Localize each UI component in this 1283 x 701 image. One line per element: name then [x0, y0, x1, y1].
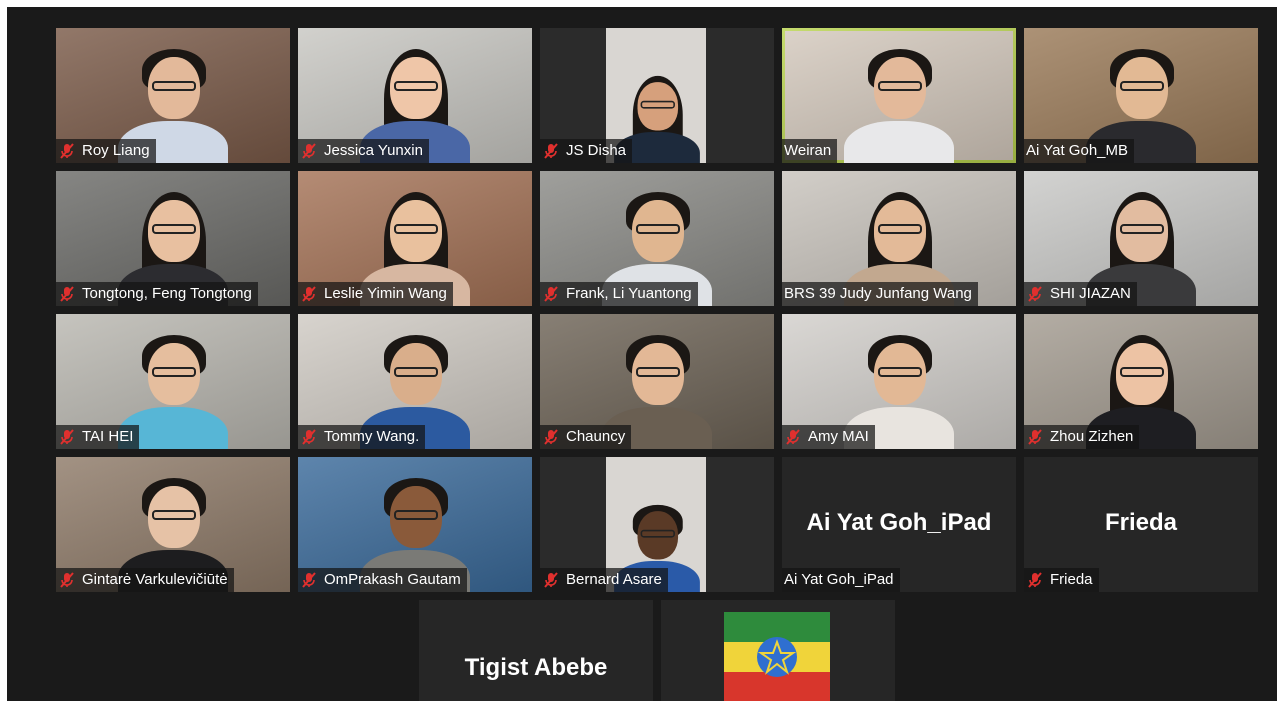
mic-muted-icon — [542, 285, 560, 303]
participant-name-tag: BRS 39 Judy Junfang Wang — [782, 282, 978, 306]
participant-name: Ai Yat Goh_MB — [1026, 142, 1128, 159]
participant-name-tag: Bernard Asare — [540, 568, 668, 592]
mic-muted-icon — [58, 428, 76, 446]
mic-muted-icon — [58, 142, 76, 160]
participant-name: JS Disha — [566, 142, 627, 159]
participant-name-tag: Jessica Yunxin — [298, 139, 429, 163]
mic-muted-icon — [58, 285, 76, 303]
participant-name: Roy Liang — [82, 142, 150, 159]
participant-silhouette — [844, 41, 954, 163]
participant-display-name: Tigist Abebe — [464, 654, 608, 681]
participant-name-tag: OmPrakash Gautam — [298, 568, 467, 592]
participant-name: Gintarė Varkulevičiūtė — [82, 571, 228, 588]
mic-muted-icon — [300, 428, 318, 446]
participant-video-tile[interactable]: Frank, Li Yuantong — [540, 171, 774, 306]
participant-name: Amy MAI — [808, 428, 869, 445]
mic-muted-icon — [300, 571, 318, 589]
participant-name-only-tile[interactable]: Tigist Abebe — [419, 600, 653, 701]
participant-name: Chauncy — [566, 428, 626, 445]
participant-name: SHI JIAZAN — [1050, 285, 1131, 302]
participant-video-tile[interactable]: Gintarė Varkulevičiūtė — [56, 457, 290, 592]
participant-name: Leslie Yimin Wang — [324, 285, 447, 302]
participant-video-tile[interactable]: Chauncy — [540, 314, 774, 449]
participant-name: Ai Yat Goh_iPad — [784, 571, 894, 588]
mic-muted-icon — [542, 428, 560, 446]
participant-name: Frieda — [1050, 571, 1093, 588]
participant-name-tag: Ai Yat Goh_MB — [1024, 139, 1134, 163]
participant-video-tile[interactable]: Leslie Yimin Wang — [298, 171, 532, 306]
mic-muted-icon — [1026, 571, 1044, 589]
participant-name-tag: Tongtong, Feng Tongtong — [56, 282, 258, 306]
participant-name-tag: Roy Liang — [56, 139, 156, 163]
participant-name: Bernard Asare — [566, 571, 662, 588]
mic-muted-icon — [300, 285, 318, 303]
participant-name-tag: Gintarė Varkulevičiūtė — [56, 568, 234, 592]
participant-video-tile[interactable]: Tommy Wang. — [298, 314, 532, 449]
participant-name-tag: Leslie Yimin Wang — [298, 282, 453, 306]
mic-muted-icon — [1026, 285, 1044, 303]
participant-name-tag: Frank, Li Yuantong — [540, 282, 698, 306]
participant-name-tag: SHI JIAZAN — [1024, 282, 1137, 306]
participant-name-tag: JS Disha — [540, 139, 633, 163]
participant-video-tile[interactable]: JS Disha — [540, 28, 774, 163]
participant-name-only-tile[interactable]: Ai Yat Goh_iPad Ai Yat Goh_iPad — [782, 457, 1016, 592]
mic-muted-icon — [542, 142, 560, 160]
mic-muted-icon — [1026, 428, 1044, 446]
participant-video-tile[interactable]: SHI JIAZAN — [1024, 171, 1258, 306]
participant-video-tile[interactable]: Jessica Yunxin — [298, 28, 532, 163]
participant-display-name: Frieda — [1104, 509, 1178, 536]
participant-video-tile[interactable]: OmPrakash Gautam — [298, 457, 532, 592]
participant-video-tile[interactable]: BRS 39 Judy Junfang Wang — [782, 171, 1016, 306]
ethiopia-flag-image — [724, 612, 830, 701]
participant-video-tile[interactable]: Bernard Asare — [540, 457, 774, 592]
mic-muted-icon — [784, 428, 802, 446]
participant-name-tag: Tommy Wang. — [298, 425, 426, 449]
participant-video-tile[interactable] — [661, 600, 895, 701]
participant-name: Tongtong, Feng Tongtong — [82, 285, 252, 302]
participant-name-tag: Weiran — [782, 139, 838, 163]
participant-name-tag: Ai Yat Goh_iPad — [782, 568, 900, 592]
mic-muted-icon — [58, 571, 76, 589]
participant-display-name: Ai Yat Goh_iPad — [806, 509, 992, 536]
participant-name-tag: TAI HEI — [56, 425, 140, 449]
participant-name-tag: Zhou Zizhen — [1024, 425, 1140, 449]
participant-name-only-tile[interactable]: Frieda Frieda — [1024, 457, 1258, 592]
participant-video-tile[interactable]: Zhou Zizhen — [1024, 314, 1258, 449]
participant-video-tile[interactable]: Tongtong, Feng Tongtong — [56, 171, 290, 306]
participant-name-tag: Amy MAI — [782, 425, 875, 449]
participant-name-tag: Frieda — [1024, 568, 1099, 592]
participant-name: TAI HEI — [82, 428, 134, 445]
participant-name: BRS 39 Judy Junfang Wang — [784, 285, 972, 302]
participant-video-tile[interactable]: TAI HEI — [56, 314, 290, 449]
participant-name-tag: Chauncy — [540, 425, 632, 449]
participant-name: Tommy Wang. — [324, 428, 420, 445]
participant-name: Weiran — [784, 142, 832, 159]
participant-name: Zhou Zizhen — [1050, 428, 1134, 445]
participant-name: Frank, Li Yuantong — [566, 285, 692, 302]
participant-name: Jessica Yunxin — [324, 142, 423, 159]
participant-name: OmPrakash Gautam — [324, 571, 461, 588]
participant-video-tile[interactable]: Ai Yat Goh_MB — [1024, 28, 1258, 163]
mic-muted-icon — [542, 571, 560, 589]
participant-video-tile[interactable]: Roy Liang — [56, 28, 290, 163]
mic-muted-icon — [300, 142, 318, 160]
participant-video-tile[interactable]: Weiran — [782, 28, 1016, 163]
participant-video-tile[interactable]: Amy MAI — [782, 314, 1016, 449]
